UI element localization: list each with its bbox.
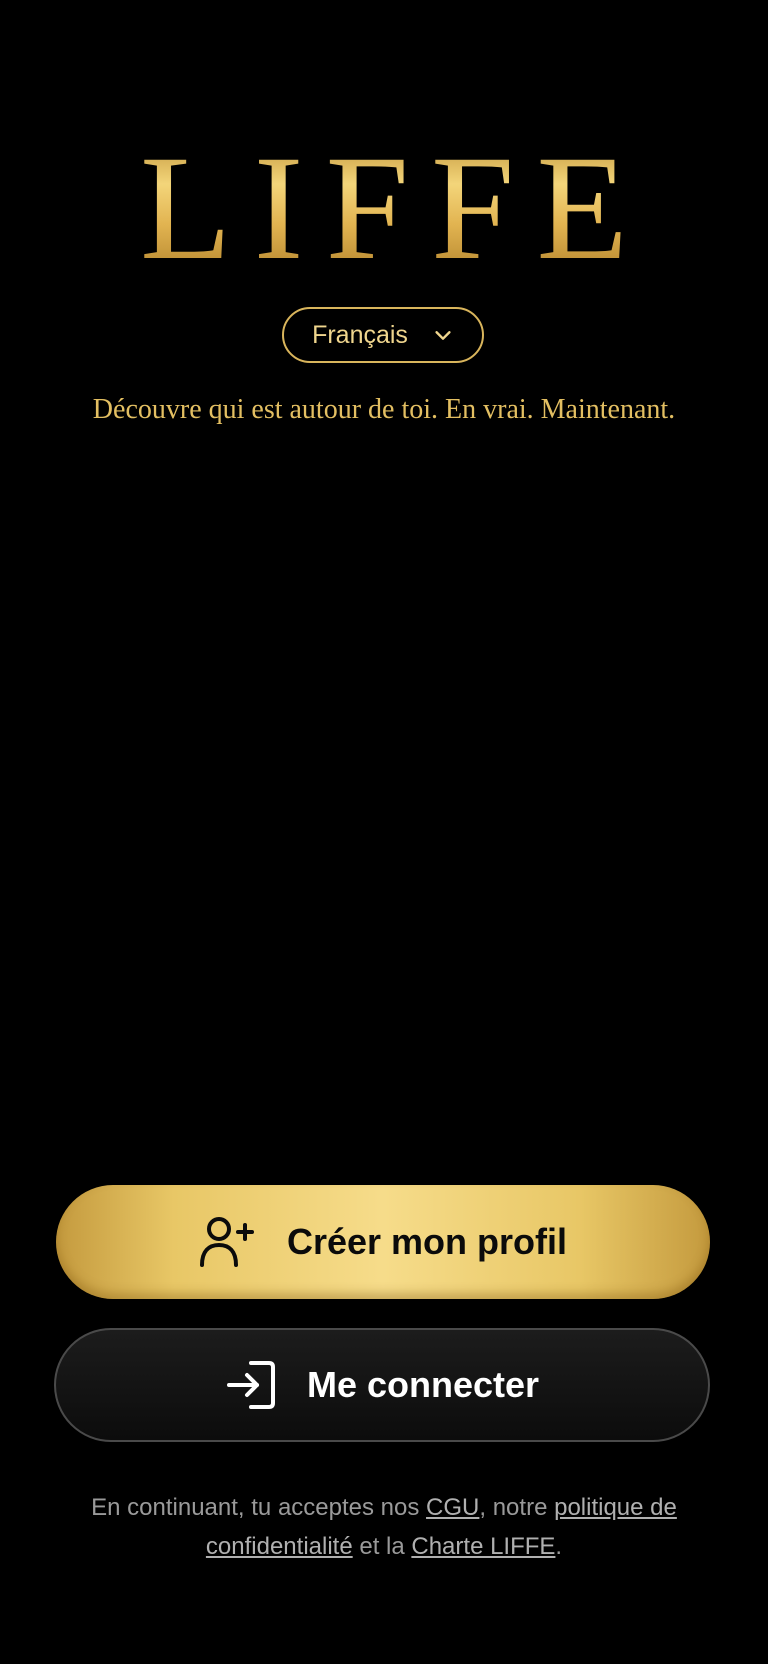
create-profile-button[interactable]: Créer mon profil bbox=[56, 1185, 710, 1299]
language-selector[interactable]: Français bbox=[282, 307, 484, 363]
charter-link[interactable]: Charte LIFFE bbox=[411, 1533, 555, 1560]
tagline: Découvre qui est autour de toi. En vrai.… bbox=[92, 394, 676, 425]
login-label: Me connecter bbox=[306, 1364, 540, 1405]
legal-middle: , notre bbox=[479, 1494, 555, 1521]
legal-notice: En continuant, tu acceptes nos CGU, notr… bbox=[60, 1488, 708, 1566]
login-button[interactable]: Me connecter bbox=[54, 1328, 710, 1442]
legal-and: et la bbox=[352, 1533, 412, 1560]
chevron-down-icon bbox=[435, 331, 451, 340]
login-icon bbox=[226, 1361, 275, 1409]
legal-suffix: . bbox=[555, 1533, 563, 1560]
cgu-link[interactable]: CGU bbox=[426, 1494, 479, 1521]
language-selector-label: Français bbox=[312, 320, 408, 349]
add-user-icon bbox=[199, 1217, 254, 1267]
app-logo: LIFFE bbox=[0, 128, 768, 288]
create-profile-label: Créer mon profil bbox=[286, 1221, 568, 1262]
legal-prefix: En continuant, tu acceptes nos bbox=[91, 1494, 427, 1521]
